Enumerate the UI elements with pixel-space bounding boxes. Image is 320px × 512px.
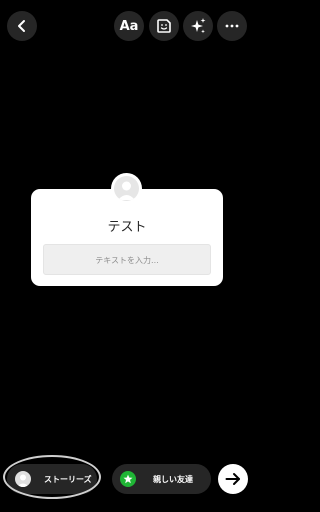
avatar — [15, 471, 31, 487]
your-story-label: ストーリーズ — [44, 474, 92, 484]
back-button[interactable] — [7, 11, 37, 41]
chevron-left-icon — [18, 20, 25, 32]
more-horizontal-icon — [225, 24, 239, 28]
star-icon — [123, 474, 133, 484]
close-friends-label: 親しい友達 — [153, 474, 193, 484]
text-tool-label: Aa — [119, 18, 139, 34]
text-tool-button[interactable]: Aa — [114, 11, 144, 41]
more-options-button[interactable] — [217, 11, 247, 41]
close-friends-button[interactable]: 親しい友達 — [112, 464, 211, 494]
effects-button[interactable] — [183, 11, 213, 41]
send-button[interactable] — [218, 464, 248, 494]
your-story-button[interactable]: ストーリーズ — [7, 464, 97, 494]
question-title: テスト — [107, 220, 147, 235]
card-avatar — [111, 173, 142, 204]
profile-placeholder-icon — [17, 474, 29, 487]
question-answer-input[interactable]: テキストを入力... — [43, 244, 211, 275]
sticker-button[interactable] — [149, 11, 179, 41]
arrow-right-icon — [225, 473, 240, 485]
sparkles-icon — [191, 18, 206, 34]
sticker-icon — [157, 19, 171, 33]
close-friends-star-badge — [120, 471, 136, 487]
profile-placeholder-icon — [118, 181, 135, 200]
